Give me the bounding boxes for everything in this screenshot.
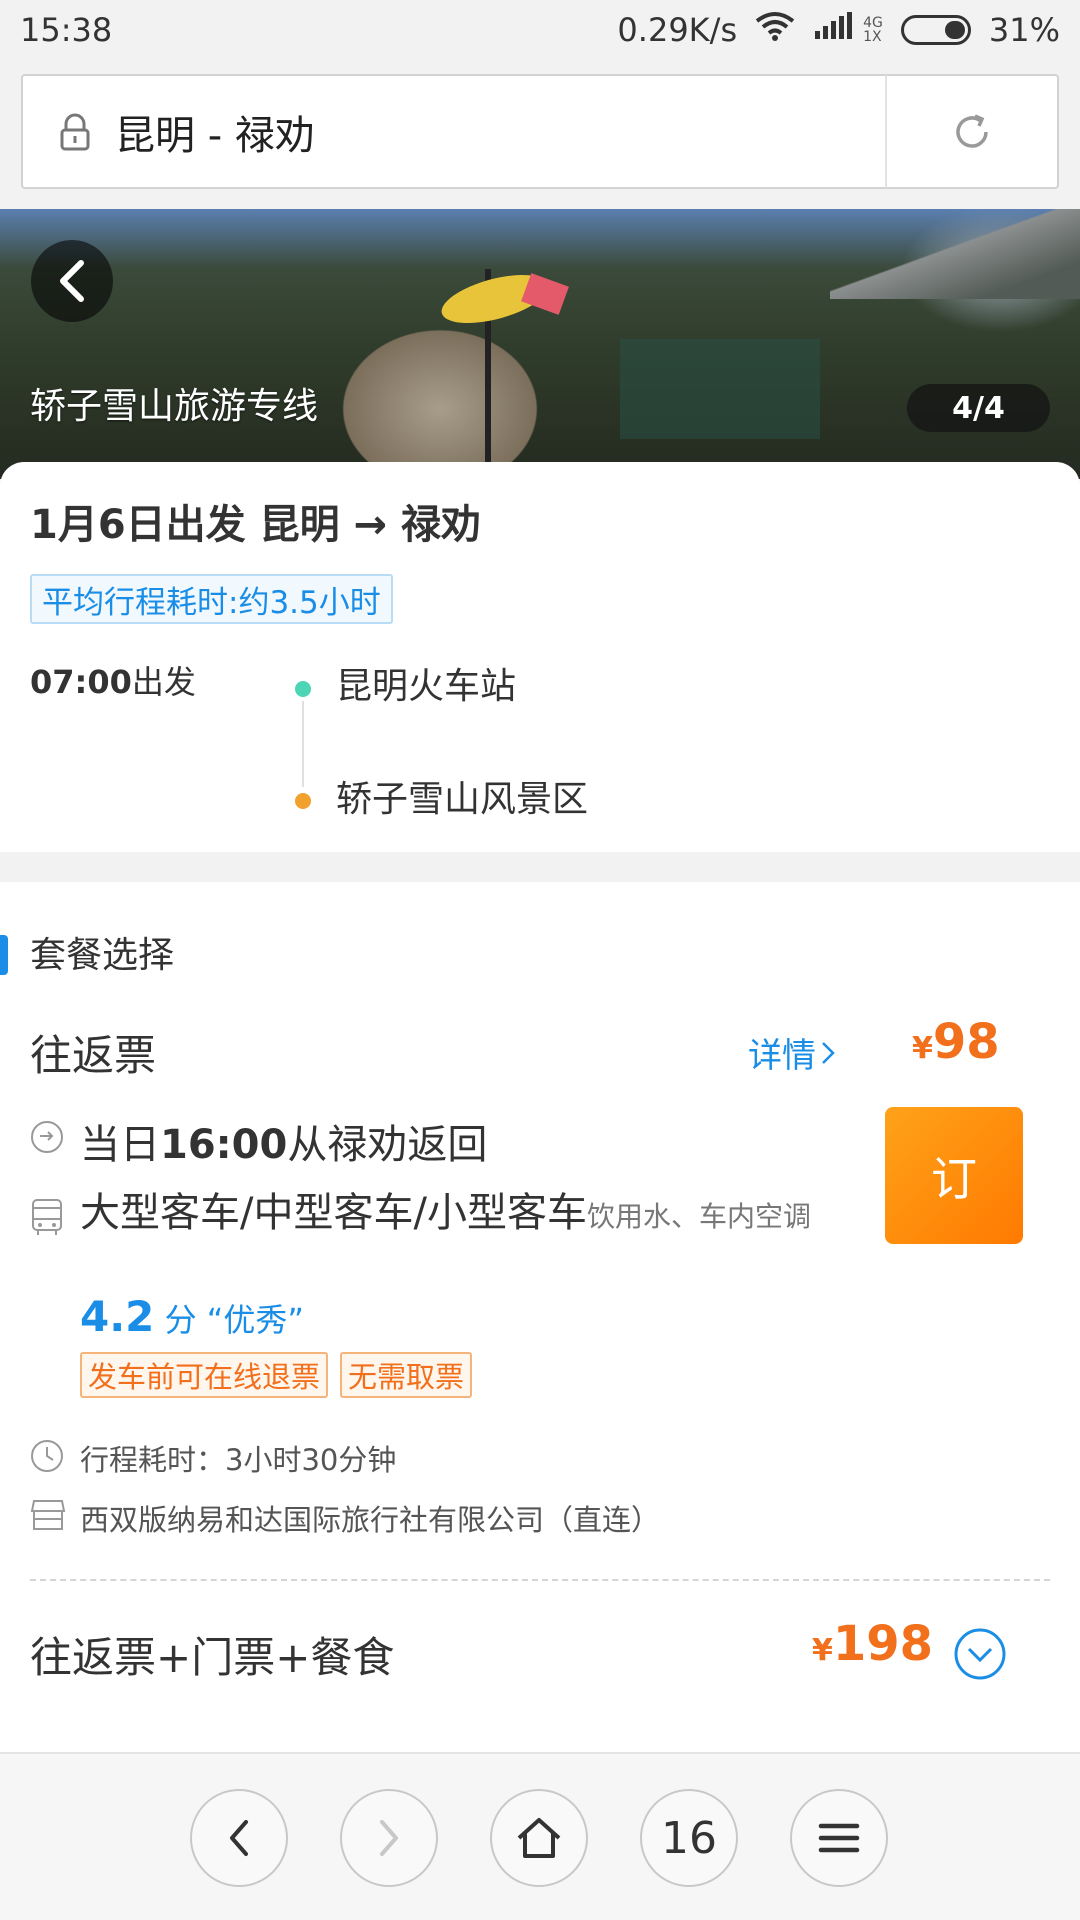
- rating: 4.2 分 “优秀”: [80, 1292, 304, 1341]
- option2-price: ¥198: [812, 1616, 934, 1672]
- tag-list: 发车前可在线退票 无需取票: [80, 1352, 473, 1398]
- expand-button[interactable]: [953, 1627, 1007, 1681]
- store-icon: [30, 1499, 66, 1535]
- section-title: 套餐选择: [30, 935, 175, 976]
- option-price: ¥98: [912, 1014, 1000, 1070]
- hero-title: 轿子雪山旅游专线: [30, 386, 319, 427]
- status-indicators: 0.29K/s 4G 1X 31%: [617, 11, 1060, 49]
- home-icon: [517, 1818, 561, 1858]
- status-time: 15:38: [20, 11, 113, 49]
- hero-net: [620, 339, 820, 439]
- return-clock-icon: [30, 1120, 66, 1156]
- status-bar: 15:38 0.29K/s 4G 1X 31%: [0, 0, 1080, 60]
- divider: [30, 1579, 1050, 1581]
- browser-bottom-nav: 16: [0, 1752, 1080, 1920]
- tag-refund: 发车前可在线退票: [80, 1352, 329, 1398]
- chevron-down-icon: [954, 1628, 1006, 1680]
- return-info: 当日16:00从禄劝返回: [80, 1122, 488, 1168]
- chevron-left-icon: [60, 260, 84, 302]
- tag-no-pickup: 无需取票: [340, 1352, 473, 1398]
- option2-name: 往返票+门票+餐食: [30, 1633, 395, 1682]
- trip-duration: 行程耗时：3小时30分钟: [80, 1443, 397, 1477]
- hero-weathervane-tail: [521, 273, 569, 315]
- url-bar[interactable]: 昆明 - 禄劝: [21, 74, 1059, 189]
- option-name: 往返票: [30, 1031, 157, 1080]
- battery-percent: 31%: [988, 11, 1060, 49]
- nav-forward-button[interactable]: [340, 1789, 438, 1887]
- nav-back-button[interactable]: [190, 1789, 288, 1887]
- trip-card: 1月6日出发 昆明 → 禄劝 平均行程耗时:约3.5小时 07:00出发 昆明火…: [0, 462, 1080, 852]
- back-button[interactable]: [31, 240, 113, 322]
- refresh-button[interactable]: [887, 110, 1057, 154]
- arrow-right-icon: [380, 1820, 398, 1856]
- start-dot-icon: [295, 681, 311, 697]
- refresh-icon: [956, 113, 988, 148]
- route-line: [302, 701, 304, 787]
- vehicle-info: 大型客车/中型客车/小型客车饮用水、车内空调: [80, 1190, 811, 1236]
- wifi-icon: [755, 11, 795, 49]
- tabs-button[interactable]: 16: [640, 1789, 738, 1887]
- avg-duration-badge: 平均行程耗时:约3.5小时: [30, 574, 393, 624]
- image-counter: 4/4: [907, 384, 1050, 432]
- hero-banner[interactable]: 轿子雪山旅游专线 4/4: [0, 209, 1080, 479]
- book-button[interactable]: 订: [885, 1107, 1023, 1244]
- network-speed: 0.29K/s: [617, 11, 738, 49]
- package-section: 套餐选择 往返票 详情 ¥98 订 当日16:00从禄劝返回 大型客车/中型客车…: [0, 882, 1080, 1752]
- network-type: 4G 1X: [863, 15, 883, 45]
- arrow-left-icon: [230, 1820, 248, 1856]
- page-title[interactable]: 昆明 - 禄劝: [115, 103, 885, 161]
- menu-icon: [818, 1823, 860, 1853]
- to-stop: 轿子雪山风景区: [336, 779, 589, 820]
- bus-icon: [30, 1198, 66, 1235]
- details-link[interactable]: 详情: [748, 1028, 836, 1077]
- lock-icon: [59, 113, 95, 151]
- battery-icon: [900, 15, 971, 45]
- trip-title: 1月6日出发 昆明 → 禄劝: [30, 502, 481, 548]
- nav-menu-button[interactable]: [790, 1789, 888, 1887]
- end-dot-icon: [295, 793, 311, 809]
- from-stop: 昆明火车站: [336, 666, 517, 707]
- nav-home-button[interactable]: [490, 1789, 588, 1887]
- departure-time: 07:00出发: [30, 663, 196, 701]
- hero-mountain: [830, 209, 1080, 299]
- chevron-right-icon: [822, 1041, 835, 1064]
- operator-name: 西双版纳易和达国际旅行社有限公司（直连）: [80, 1503, 661, 1537]
- section-marker: [0, 935, 8, 975]
- clock-icon: [30, 1439, 66, 1475]
- amenities: 饮用水、车内空调: [586, 1200, 811, 1233]
- cellular-signal-icon: [813, 11, 853, 49]
